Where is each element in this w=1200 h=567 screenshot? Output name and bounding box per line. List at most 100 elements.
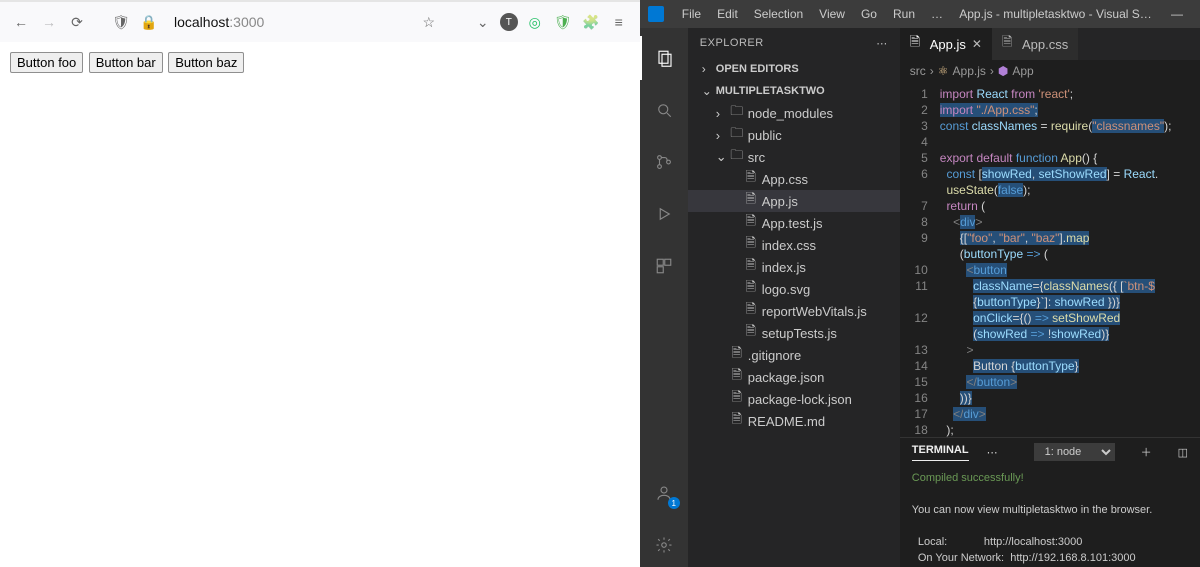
file-icon: 🗎: [730, 366, 744, 388]
panel-more-icon[interactable]: ⋯: [987, 446, 998, 459]
menu-go[interactable]: Go: [855, 5, 883, 23]
editor-tab[interactable]: 🗎App.js✕: [900, 28, 992, 60]
tree-item[interactable]: 🗎 index.css: [688, 234, 900, 256]
vscode-window: FileEditSelectionViewGoRun… App.js - mul…: [640, 0, 1200, 567]
extensions-icon[interactable]: [640, 244, 688, 288]
activity-bar: 1: [640, 28, 688, 567]
tree-item[interactable]: 🗎 App.css: [688, 168, 900, 190]
menu-run[interactable]: Run: [887, 5, 921, 23]
crumb-symbol: App: [1012, 64, 1033, 78]
app-button-foo[interactable]: Button foo: [10, 52, 83, 73]
account-badge: 1: [668, 497, 680, 509]
tree-label: .gitignore: [748, 348, 801, 363]
address-bar: ← → ⟳ 🛡 🔒 localhost:3000 ☆ ⌄ T ◎ 🛡 🧩 ≡: [0, 2, 640, 42]
tree-label: App.css: [762, 172, 808, 187]
tree-item[interactable]: ›🗀node_modules: [688, 102, 900, 124]
breadcrumbs[interactable]: src› ⚛App.js› ⬢App: [900, 60, 1200, 82]
ext-1-icon[interactable]: T: [500, 13, 518, 31]
url-port: :3000: [229, 14, 264, 30]
bottom-panel: TERMINAL ⋯ 1: node ＋ ◫ Compiled successf…: [900, 437, 1200, 567]
tree-label: index.css: [762, 238, 816, 253]
tree-item[interactable]: 🗎README.md: [688, 410, 900, 432]
tree-item[interactable]: 🗎index.js: [688, 256, 900, 278]
file-icon: 🗎: [744, 168, 758, 190]
tree-label: package-lock.json: [748, 392, 852, 407]
back-button[interactable]: ←: [10, 11, 32, 33]
tab-label: App.css: [1022, 37, 1068, 52]
tree-label: App.test.js: [762, 216, 823, 231]
menubar: FileEditSelectionViewGoRun…: [676, 5, 949, 23]
explorer-label: EXPLORER: [700, 37, 764, 49]
editor-tabs: 🗎App.js✕ 🗎 App.css: [900, 28, 1200, 60]
terminal-select[interactable]: 1: node: [1034, 443, 1115, 461]
project-root[interactable]: ⌄MULTIPLETASKTWO: [688, 80, 900, 102]
minimize-button[interactable]: ―: [1162, 7, 1192, 21]
close-icon[interactable]: ✕: [972, 37, 982, 51]
app-button-baz[interactable]: Button baz: [168, 52, 244, 73]
forward-button[interactable]: →: [38, 11, 60, 33]
open-editors-label: OPEN EDITORS: [716, 63, 799, 75]
ext-3-icon[interactable]: 🛡: [552, 11, 574, 33]
split-terminal-icon[interactable]: ◫: [1178, 446, 1188, 459]
app-button-bar[interactable]: Button bar: [89, 52, 163, 73]
tree-item[interactable]: 🗎 reportWebVitals.js: [688, 300, 900, 322]
tree-label: setupTests.js: [762, 326, 837, 341]
url-field[interactable]: localhost:3000: [166, 10, 272, 34]
file-icon: 🗎: [744, 234, 758, 256]
account-icon[interactable]: 1: [640, 471, 688, 515]
explorer-icon[interactable]: [640, 36, 688, 80]
sidebar: EXPLORER ⋯ ›OPEN EDITORS ⌄MULTIPLETASKTW…: [688, 28, 900, 567]
tree-item[interactable]: 🗎setupTests.js: [688, 322, 900, 344]
tree-label: reportWebVitals.js: [762, 304, 867, 319]
titlebar: FileEditSelectionViewGoRun… App.js - mul…: [640, 0, 1200, 28]
source-control-icon[interactable]: [640, 140, 688, 184]
menu-view[interactable]: View: [813, 5, 851, 23]
new-terminal-icon[interactable]: ＋: [1141, 444, 1152, 460]
ext-4-icon[interactable]: 🧩: [580, 11, 602, 33]
run-debug-icon[interactable]: [640, 192, 688, 236]
reload-button[interactable]: ⟳: [66, 11, 88, 33]
page-content: Button foo Button bar Button baz: [0, 42, 640, 567]
tree-label: public: [748, 128, 782, 143]
bookmark-icon[interactable]: ☆: [418, 11, 440, 33]
menu-…[interactable]: …: [925, 5, 949, 23]
tree-item[interactable]: 🗎 App.test.js: [688, 212, 900, 234]
terminal-tab[interactable]: TERMINAL: [912, 444, 969, 461]
code-content: import React from 'react'; import "./App…: [934, 82, 1200, 437]
folder-icon: 🗀: [730, 102, 744, 124]
tree-item[interactable]: ›🗀public: [688, 124, 900, 146]
code-editor[interactable]: 123456 789 1011 12 13141516171819 import…: [900, 82, 1200, 437]
line-gutter: 123456 789 1011 12 13141516171819: [900, 82, 934, 437]
tree-item[interactable]: 🗎package-lock.json: [688, 388, 900, 410]
menu-selection[interactable]: Selection: [748, 5, 809, 23]
file-icon: 🗎: [744, 300, 758, 322]
tree-label: package.json: [748, 370, 825, 385]
editor-tab[interactable]: 🗎 App.css: [992, 28, 1078, 60]
menu-edit[interactable]: Edit: [711, 5, 744, 23]
tree-label: node_modules: [748, 106, 833, 121]
vscode-logo-icon: [648, 6, 664, 22]
menu-file[interactable]: File: [676, 5, 707, 23]
search-icon[interactable]: [640, 88, 688, 132]
tree-label: App.js: [762, 194, 798, 209]
settings-icon[interactable]: [640, 523, 688, 567]
explorer-more-icon[interactable]: ⋯: [876, 37, 888, 50]
folder-icon: 🗀: [730, 124, 744, 146]
open-editors-section[interactable]: ›OPEN EDITORS: [688, 58, 900, 80]
tree-item[interactable]: 🗎 package.json: [688, 366, 900, 388]
tree-item[interactable]: 🗎logo.svg: [688, 278, 900, 300]
ext-2-icon[interactable]: ◎: [524, 11, 546, 33]
tree-item[interactable]: ⌄🗀src: [688, 146, 900, 168]
folder-icon: 🗀: [730, 146, 744, 168]
file-icon: 🗎: [730, 410, 744, 432]
file-tree: ›🗀node_modules›🗀public⌄🗀src🗎App.css🗎App.…: [688, 102, 900, 567]
file-icon: 🗎: [744, 212, 758, 234]
file-icon: 🗎: [744, 190, 758, 212]
shield-icon[interactable]: 🛡: [110, 11, 132, 33]
pocket-icon[interactable]: ⌄: [472, 11, 494, 33]
file-icon: 🗎: [1002, 33, 1016, 55]
tree-item[interactable]: 🗎.gitignore: [688, 344, 900, 366]
terminal-output[interactable]: Compiled successfully! You can now view …: [900, 466, 1200, 567]
menu-icon[interactable]: ≡: [608, 11, 630, 33]
tree-item[interactable]: 🗎 App.js: [688, 190, 900, 212]
